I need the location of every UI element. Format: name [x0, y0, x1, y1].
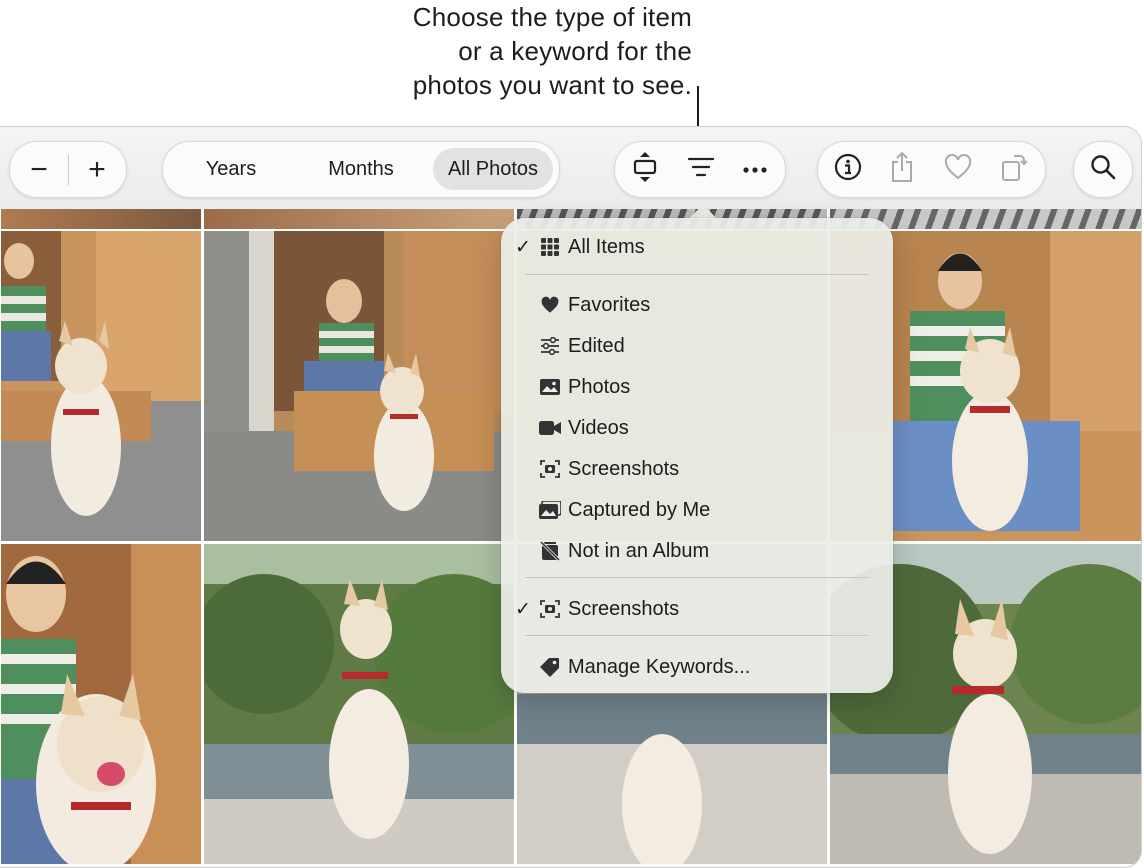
menu-item-favorites[interactable]: Favorites: [501, 286, 893, 324]
more-icon: [742, 161, 768, 179]
callout-line-3: photos you want to see.: [412, 70, 692, 100]
checkmark-icon: ✓: [515, 598, 531, 620]
not-album-icon: [539, 540, 561, 562]
zoom-control: − +: [9, 141, 127, 198]
menu-item-not-in-album[interactable]: Not in an Album: [501, 532, 893, 570]
menu-item-videos[interactable]: Videos: [501, 409, 893, 447]
captured-icon: [539, 499, 561, 521]
menu-item-edited[interactable]: Edited: [501, 327, 893, 365]
menu-item-label: Videos: [568, 416, 629, 439]
segment-all-photos[interactable]: All Photos: [433, 148, 553, 190]
zoom-in-button[interactable]: +: [68, 142, 126, 197]
filter-button[interactable]: [677, 142, 725, 197]
info-button[interactable]: [822, 142, 874, 197]
callout-line-2: or a keyword for the: [458, 36, 692, 66]
toolbar: − + Years Months All Photos: [0, 127, 1141, 209]
menu-item-label: Edited: [568, 334, 625, 357]
callout-line-1: Choose the type of item: [412, 2, 692, 32]
menu-item-label: All Items: [568, 235, 645, 258]
heart-icon: [539, 294, 561, 316]
rotate-icon: [1000, 152, 1028, 187]
view-options-group: [614, 141, 786, 198]
screenshot-icon: [539, 458, 561, 480]
search-icon-wrap: [1074, 142, 1132, 197]
search-icon: [1090, 154, 1116, 185]
photo-icon: [539, 376, 561, 398]
filter-menu: ✓ All Items Favorites Edited Photos Vide…: [501, 218, 893, 693]
menu-item-photos[interactable]: Photos: [501, 368, 893, 406]
menu-item-label: Favorites: [568, 293, 651, 316]
menu-item-label: Screenshots: [568, 457, 680, 480]
callout-text: Choose the type of item or a keyword for…: [413, 0, 692, 102]
photo-thumbnail[interactable]: [1, 209, 201, 229]
favorite-button[interactable]: [932, 142, 984, 197]
menu-item-keyword-screenshots[interactable]: ✓ Screenshots: [501, 590, 893, 628]
grid-icon: [539, 236, 561, 258]
photo-thumbnail[interactable]: [1, 231, 201, 541]
info-icon: [834, 153, 862, 186]
menu-item-all-items[interactable]: ✓ All Items: [501, 228, 893, 266]
photo-thumbnail[interactable]: [204, 209, 514, 229]
photo-thumbnail[interactable]: [204, 544, 514, 864]
segment-years[interactable]: Years: [171, 148, 291, 190]
menu-separator: [525, 635, 869, 636]
screenshot-icon: [539, 598, 561, 620]
aspect-icon: [631, 151, 659, 188]
more-button[interactable]: [731, 142, 779, 197]
sliders-icon: [539, 335, 561, 357]
menu-item-captured-by-me[interactable]: Captured by Me: [501, 491, 893, 529]
share-button[interactable]: [876, 142, 928, 197]
aspect-button[interactable]: [621, 142, 669, 197]
photo-thumbnail[interactable]: [1, 544, 201, 864]
menu-item-label: Manage Keywords...: [568, 655, 751, 678]
zoom-out-button[interactable]: −: [10, 142, 68, 197]
menu-item-manage-keywords[interactable]: Manage Keywords...: [501, 648, 893, 686]
menu-item-label: Captured by Me: [568, 498, 711, 521]
heart-icon: [944, 153, 972, 185]
menu-item-label: Screenshots: [568, 597, 680, 620]
photo-thumbnail[interactable]: [204, 231, 514, 541]
menu-item-label: Not in an Album: [568, 539, 710, 562]
share-icon: [889, 151, 915, 188]
menu-item-screenshots[interactable]: Screenshots: [501, 450, 893, 488]
menu-item-label: Photos: [568, 375, 631, 398]
menu-separator: [525, 577, 869, 578]
rotate-button[interactable]: [988, 142, 1040, 197]
filter-icon: [687, 156, 715, 183]
photo-actions-group: [817, 141, 1046, 198]
video-icon: [539, 417, 561, 439]
segment-months[interactable]: Months: [299, 148, 423, 190]
tag-icon: [539, 656, 561, 678]
search-button[interactable]: [1073, 141, 1133, 198]
menu-arrow: [689, 204, 717, 219]
checkmark-icon: ✓: [515, 236, 531, 258]
view-segmented-control: Years Months All Photos: [162, 141, 560, 198]
menu-separator: [525, 274, 869, 275]
